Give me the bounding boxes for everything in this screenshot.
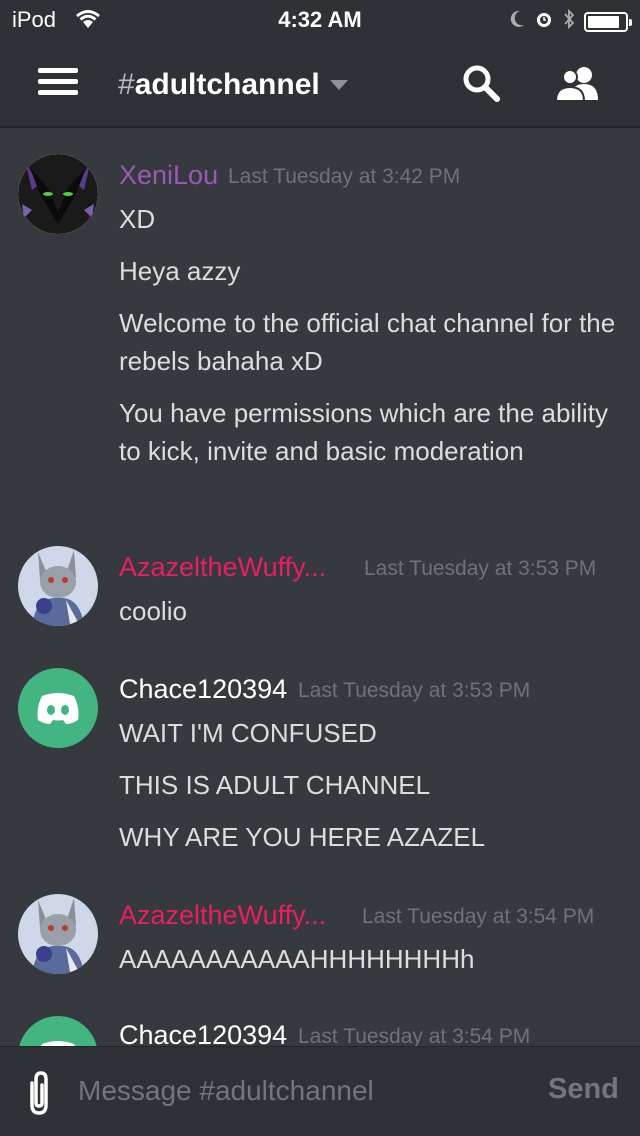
- message-text: AAAAAAAAAAAHHHHHHHHh: [119, 944, 475, 974]
- message-timestamp: Last Tuesday at 3:54 PM: [298, 1025, 531, 1046]
- search-button[interactable]: [460, 62, 502, 104]
- message-text: WAIT I'M CONFUSED: [119, 718, 377, 748]
- hash-symbol: #: [118, 68, 135, 101]
- send-button[interactable]: Send: [548, 1073, 619, 1106]
- bluetooth-icon: [562, 8, 576, 35]
- message-text: You have permissions which are the abili…: [119, 398, 608, 466]
- message-text: coolio: [119, 596, 187, 626]
- discord-default-avatar[interactable]: [18, 1016, 98, 1046]
- message-text: XD: [119, 204, 156, 234]
- channel-header: # adultchannel: [0, 40, 640, 128]
- chevron-down-icon: [329, 80, 348, 90]
- menu-button[interactable]: [38, 68, 78, 100]
- message-username[interactable]: AzazeltheWuffy...: [119, 552, 326, 583]
- moon-icon: [508, 9, 526, 34]
- message-timestamp: Last Tuesday at 3:54 PM: [362, 905, 595, 928]
- discord-default-avatar[interactable]: [18, 668, 98, 748]
- message-text: Welcome to the official chat channel for…: [119, 308, 616, 376]
- wolf-avatar[interactable]: [18, 154, 98, 234]
- attach-button[interactable]: [22, 1069, 56, 1119]
- message-timestamp: Last Tuesday at 3:53 PM: [298, 679, 531, 702]
- message-text: Heya azzy: [119, 256, 241, 286]
- channel-title[interactable]: # adultchannel: [118, 68, 348, 102]
- alarm-icon: [534, 9, 554, 34]
- message-username[interactable]: AzazeltheWuffy...: [119, 900, 326, 931]
- message-username[interactable]: Chace120394: [119, 674, 287, 705]
- battery-icon: [584, 11, 632, 32]
- search-icon: [463, 65, 500, 102]
- message-timestamp: Last Tuesday at 3:53 PM: [364, 557, 597, 580]
- hamburger-icon: [38, 68, 78, 73]
- status-bar: iPod 4:32 AM: [0, 0, 640, 40]
- message-timestamp: Last Tuesday at 3:42 PM: [228, 165, 461, 188]
- message-username[interactable]: Chace120394: [119, 1020, 287, 1046]
- paperclip-icon: [30, 1071, 48, 1115]
- message-composer: Send: [0, 1046, 640, 1136]
- wolf-character-avatar[interactable]: [18, 546, 98, 626]
- message-text: WHY ARE YOU HERE AZAZEL: [119, 822, 486, 852]
- members-button[interactable]: [554, 64, 602, 104]
- message-input[interactable]: [78, 1071, 518, 1111]
- message-list[interactable]: XeniLou Last Tuesday at 3:42 PM XD Heya …: [0, 128, 640, 1046]
- members-icon: [554, 67, 598, 102]
- message-text: THIS IS ADULT CHANNEL: [119, 770, 431, 800]
- wolf-character-avatar[interactable]: [18, 894, 98, 974]
- channel-name: adultchannel: [134, 68, 320, 101]
- message-username[interactable]: XeniLou: [119, 160, 218, 191]
